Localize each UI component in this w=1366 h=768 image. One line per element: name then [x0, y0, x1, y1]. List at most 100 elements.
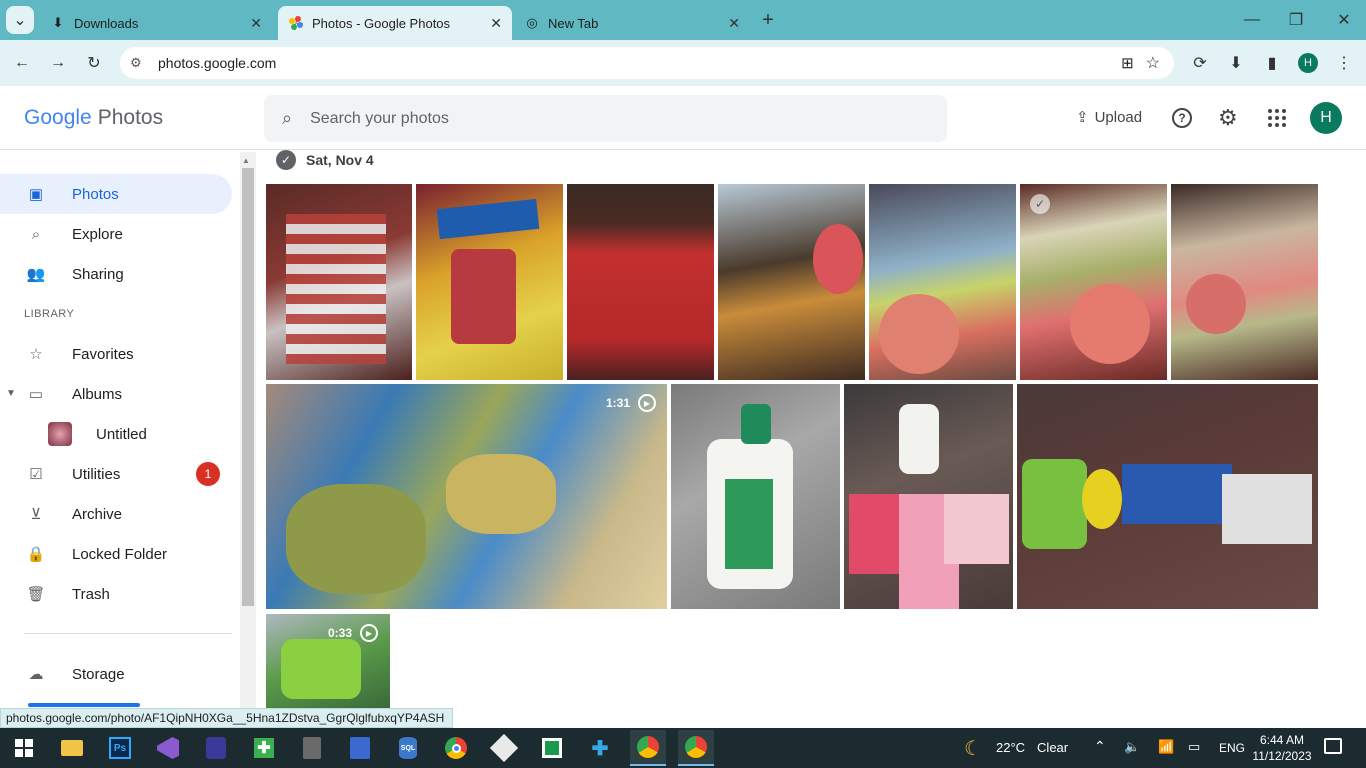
- minimize-button[interactable]: —: [1238, 6, 1266, 34]
- weather-temp: 22°C: [996, 740, 1026, 755]
- tab-new-tab[interactable]: ◎ New Tab ✕: [514, 6, 750, 40]
- app-icon-gear[interactable]: [486, 730, 522, 766]
- close-tab-icon[interactable]: ✕: [728, 15, 740, 32]
- battery-icon[interactable]: ▭: [1188, 739, 1200, 755]
- photo-thumbnail[interactable]: [1171, 184, 1318, 380]
- scroll-up-arrow-icon[interactable]: ▲: [242, 156, 250, 165]
- photo-thumbnail[interactable]: [718, 184, 865, 380]
- weather-widget[interactable]: 22°C Clear: [996, 740, 1068, 755]
- visual-studio-icon[interactable]: [150, 730, 186, 766]
- photo-content-shape: [1122, 464, 1232, 524]
- sidebar-item-favorites[interactable]: ☆ Favorites: [0, 334, 232, 374]
- sidebar-item-explore[interactable]: ⌕ Explore: [0, 214, 232, 254]
- photoshop-icon[interactable]: Ps: [102, 730, 138, 766]
- google-photos-logo[interactable]: Google Photos: [24, 106, 163, 130]
- restore-icon: ❐: [1288, 12, 1304, 29]
- photo-thumbnail[interactable]: [567, 184, 714, 380]
- wifi-icon[interactable]: 📶: [1158, 739, 1174, 755]
- search-bar[interactable]: ⌕ Search your photos: [264, 95, 947, 142]
- photo-thumbnail[interactable]: [266, 184, 412, 380]
- sidebar-item-storage[interactable]: ☁ Storage: [0, 654, 232, 694]
- photo-content-shape: [281, 639, 361, 699]
- upload-label: Upload: [1094, 108, 1143, 126]
- close-tab-icon[interactable]: ✕: [250, 15, 262, 32]
- sidebar-item-label: Archive: [72, 505, 123, 523]
- show-hidden-icons-icon[interactable]: ⌃: [1094, 738, 1106, 755]
- select-all-check-icon[interactable]: ✓: [276, 150, 296, 170]
- upload-icon: ⇪: [1076, 109, 1089, 126]
- select-check-icon[interactable]: ✓: [1030, 194, 1050, 214]
- people-icon: 👥: [26, 266, 46, 283]
- help-icon[interactable]: ?: [1172, 108, 1192, 128]
- photo-content-shape: [944, 494, 1009, 564]
- upload-button[interactable]: ⇪ Upload: [1076, 108, 1143, 127]
- new-tab-button[interactable]: +: [754, 6, 782, 34]
- weather-moon-icon[interactable]: ☾: [964, 736, 982, 761]
- photo-thumbnail[interactable]: [844, 384, 1013, 609]
- account-avatar[interactable]: H: [1310, 102, 1342, 134]
- settings-gear-icon[interactable]: ⚙: [1218, 105, 1238, 131]
- sidebar-scrollbar-thumb[interactable]: [242, 168, 254, 606]
- photo-content-shape: [1022, 459, 1087, 549]
- install-app-icon[interactable]: ⊞: [1121, 54, 1134, 72]
- sidebar-item-utilities[interactable]: ☑ Utilities 1: [0, 454, 232, 494]
- volume-icon[interactable]: 🔈: [1124, 739, 1140, 755]
- back-button[interactable]: ←: [8, 49, 36, 77]
- lock-icon: 🔒: [26, 546, 46, 563]
- site-info-icon[interactable]: ⚙: [130, 55, 150, 71]
- photo-content-shape: [597, 229, 687, 259]
- video-thumbnail[interactable]: 1:31 ▶: [266, 384, 667, 609]
- tab-google-photos[interactable]: Photos - Google Photos ✕: [278, 6, 512, 40]
- side-panel-button[interactable]: ▮: [1258, 49, 1286, 77]
- reload-button[interactable]: ↻: [80, 49, 108, 77]
- sidebar-scrollbar-track[interactable]: ▲: [240, 152, 256, 708]
- chrome-profile-h-taskbar[interactable]: [678, 730, 714, 766]
- calculator-icon[interactable]: [294, 730, 330, 766]
- google-apps-icon[interactable]: [1268, 109, 1286, 127]
- photo-thumbnail[interactable]: [1017, 384, 1318, 609]
- photo-thumbnail[interactable]: [416, 184, 563, 380]
- app-icon-green-square[interactable]: [534, 730, 570, 766]
- sidebar-item-sharing[interactable]: 👥 Sharing: [0, 254, 232, 294]
- sidebar-item-albums[interactable]: ▭ Albums: [0, 374, 232, 414]
- app-icon-green-plus[interactable]: ✚: [246, 730, 282, 766]
- photo-content-shape: [1186, 274, 1246, 334]
- language-indicator[interactable]: ENG: [1219, 741, 1245, 755]
- photo-thumbnail[interactable]: [869, 184, 1016, 380]
- sidebar-item-photos[interactable]: ▣ Photos: [0, 174, 232, 214]
- reload-icon: ↻: [87, 55, 101, 72]
- status-url-bubble: photos.google.com/photo/AF1QipNH0XGa__5H…: [0, 708, 453, 728]
- notifications-icon[interactable]: [1324, 738, 1342, 754]
- close-tab-icon[interactable]: ✕: [490, 15, 502, 32]
- file-explorer-icon[interactable]: [54, 730, 90, 766]
- video-thumbnail[interactable]: 0:33 ▶: [266, 614, 390, 708]
- search-placeholder[interactable]: Search your photos: [310, 110, 449, 128]
- chrome-profile-m-taskbar[interactable]: [630, 730, 666, 766]
- sql-server-icon[interactable]: SQL: [390, 730, 426, 766]
- close-window-button[interactable]: ✕: [1330, 6, 1358, 34]
- app-icon-blue-cross[interactable]: ✚: [582, 730, 618, 766]
- sidebar-item-locked-folder[interactable]: 🔒 Locked Folder: [0, 534, 232, 574]
- sidebar-item-archive[interactable]: ⊻ Archive: [0, 494, 232, 534]
- photo-thumbnail[interactable]: ✓: [1020, 184, 1167, 380]
- app-icon-form[interactable]: [342, 730, 378, 766]
- profile-avatar[interactable]: H: [1298, 53, 1318, 73]
- chrome-icon: ◎: [526, 15, 538, 30]
- bookmark-star-icon[interactable]: ☆: [1146, 53, 1160, 73]
- extensions-button[interactable]: ⟳: [1186, 49, 1214, 77]
- tab-downloads[interactable]: ⬇ Downloads ✕: [40, 6, 272, 40]
- chrome-menu-button[interactable]: ⋮: [1330, 49, 1358, 77]
- clock[interactable]: 6:44 AM 11/12/2023: [1252, 732, 1312, 764]
- downloads-button[interactable]: ⬇: [1222, 49, 1250, 77]
- app-icon-purple[interactable]: [198, 730, 234, 766]
- sidebar-item-trash[interactable]: 🗑 Trash: [0, 574, 232, 614]
- start-button[interactable]: [6, 730, 42, 766]
- chrome-icon[interactable]: [438, 730, 474, 766]
- restore-button[interactable]: ❐: [1282, 6, 1310, 34]
- photo-thumbnail[interactable]: [671, 384, 840, 609]
- tab-search-button[interactable]: ⌄: [6, 6, 34, 34]
- sidebar-item-album-untitled[interactable]: Untitled: [0, 414, 232, 454]
- forward-button[interactable]: →: [44, 49, 72, 77]
- url-text[interactable]: photos.google.com: [158, 55, 276, 71]
- address-bar[interactable]: ⚙ photos.google.com ⊞ ☆: [120, 47, 1174, 79]
